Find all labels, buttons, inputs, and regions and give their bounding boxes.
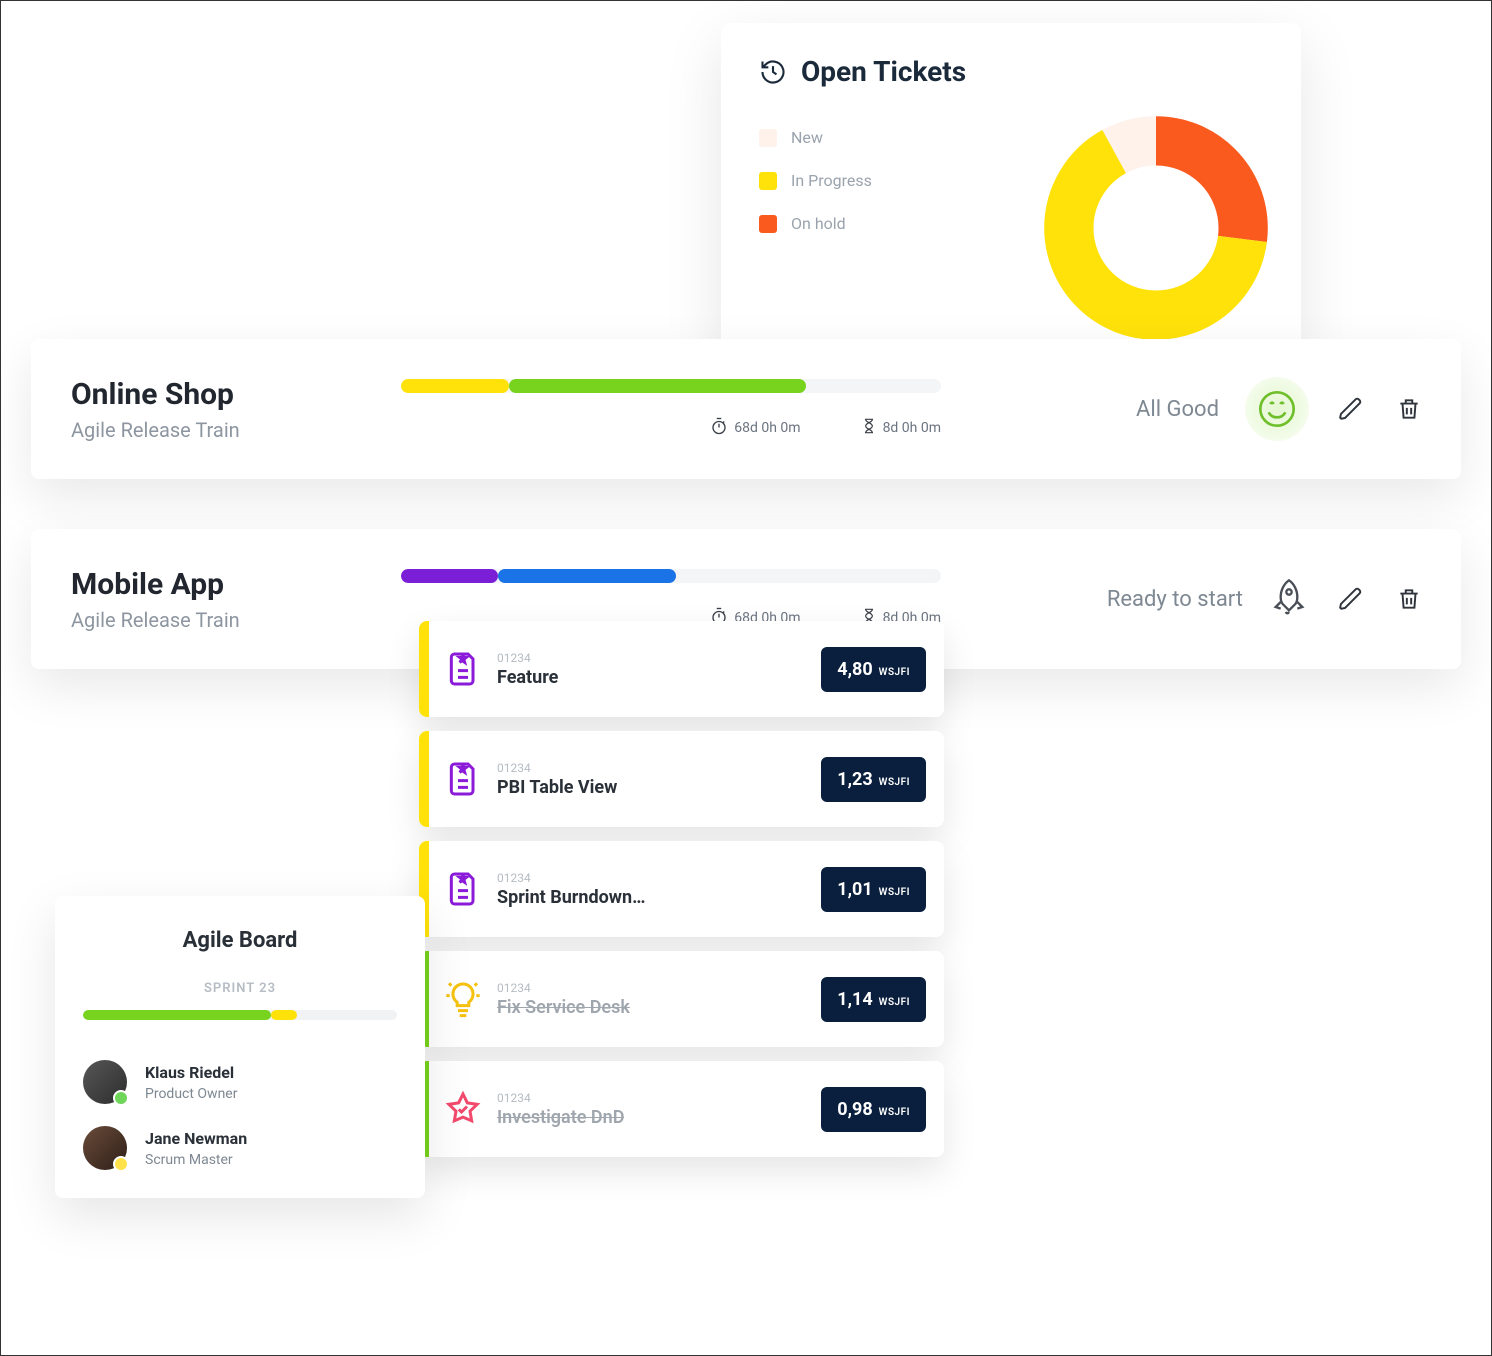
art-subtitle: Agile Release Train [71,608,391,632]
backlog-strip [419,621,429,717]
delete-button[interactable] [1393,583,1425,615]
wsjfi-value: 1,14 [837,989,872,1010]
backlog-id: 01234 [497,651,558,665]
wsjfi-unit: WSJFI [879,777,910,788]
board-people: Klaus Riedel Product Owner Jane Newman Scru… [83,1060,397,1170]
backlog-feature-icon [443,759,483,799]
art-title: Online Shop [71,377,391,412]
rocket-icon [1269,577,1309,621]
backlog-text: 01234 Sprint Burndown… [497,871,645,908]
art-status: Ready to start [1107,577,1425,621]
open-tickets-card: Open Tickets New In Progress On hold [721,23,1301,353]
edit-button[interactable] [1335,393,1367,425]
wsjfi-value: 1,23 [837,769,872,790]
happy-face-icon [1245,377,1309,441]
legend-label-new: New [791,128,823,147]
backlog-text: 01234 Investigate DnD [497,1091,624,1128]
open-tickets-donut [1041,113,1271,347]
wsjfi-unit: WSJFI [879,997,910,1008]
backlog-idea-icon [443,979,483,1019]
legend-label-in-progress: In Progress [791,171,872,190]
person-role: Product Owner [145,1086,237,1102]
art-status-text: Ready to start [1107,587,1243,612]
art-hourglass: 8d 0h 0m [861,417,941,439]
wsjfi-badge: 1,14 WSJFI [821,977,926,1022]
wsjfi-unit: WSJFI [879,667,910,678]
art-progress-block: 68d 0h 0m 8d 0h 0m [391,379,951,439]
avatar [83,1060,127,1104]
legend-label-on-hold: On hold [791,214,846,233]
stopwatch-icon [710,417,728,439]
art-titles: Mobile App Agile Release Train [71,567,391,632]
wsjfi-badge: 0,98 WSJFI [821,1087,926,1132]
delete-button[interactable] [1393,393,1425,425]
person-row[interactable]: Klaus Riedel Product Owner [83,1060,397,1104]
art-status-text: All Good [1136,397,1219,422]
backlog-list: 01234 Feature 4,80 WSJFI 01234 PBI Table View… [419,621,944,1157]
wsjfi-value: 1,01 [837,879,872,900]
art-subtitle: Agile Release Train [71,418,391,442]
backlog-item[interactable]: 01234 PBI Table View 1,23 WSJFI [419,731,944,827]
art-hourglass-value: 8d 0h 0m [883,420,941,436]
art-title: Mobile App [71,567,391,602]
backlog-feature-icon [443,649,483,689]
backlog-id: 01234 [497,1091,624,1105]
art-progress-bar [401,379,941,393]
backlog-item[interactable]: 01234 Sprint Burndown… 1,01 WSJFI [419,841,944,937]
backlog-text: 01234 PBI Table View [497,761,617,798]
sprint-label: SPRINT 23 [83,981,397,996]
wsjfi-value: 4,80 [837,659,872,680]
art-titles: Online Shop Agile Release Train [71,377,391,442]
backlog-title: Sprint Burndown… [497,887,645,908]
open-tickets-header: Open Tickets [759,55,1263,88]
backlog-id: 01234 [497,871,645,885]
wsjfi-badge: 4,80 WSJFI [821,647,926,692]
backlog-id: 01234 [497,981,630,995]
wsjfi-badge: 1,01 WSJFI [821,867,926,912]
backlog-strip [419,731,429,827]
backlog-title: PBI Table View [497,777,617,798]
backlog-item[interactable]: 01234 Investigate DnD 0,98 WSJFI [419,1061,944,1157]
agile-board-card: Agile Board SPRINT 23 Klaus Riedel Produc… [55,896,425,1198]
art-status: All Good [1136,377,1425,441]
backlog-feature-icon [443,869,483,909]
hourglass-icon [861,418,877,438]
wsjfi-value: 0,98 [837,1099,872,1120]
art-meta: 68d 0h 0m 8d 0h 0m [401,417,941,439]
backlog-item[interactable]: 01234 Feature 4,80 WSJFI [419,621,944,717]
edit-button[interactable] [1335,583,1367,615]
backlog-title: Feature [497,667,558,688]
backlog-id: 01234 [497,761,617,775]
agile-board-title: Agile Board [83,928,397,953]
person-text: Jane Newman Scrum Master [145,1129,247,1168]
art-row-online-shop[interactable]: Online Shop Agile Release Train 68d 0h 0… [31,339,1461,479]
art-timer-value: 68d 0h 0m [734,420,800,436]
swatch-new [759,129,777,147]
person-text: Klaus Riedel Product Owner [145,1063,237,1102]
swatch-in-progress [759,172,777,190]
backlog-text: 01234 Feature [497,651,558,688]
swatch-on-hold [759,215,777,233]
person-name: Jane Newman [145,1129,247,1148]
history-clock-icon [759,58,787,86]
person-role: Scrum Master [145,1152,247,1168]
person-name: Klaus Riedel [145,1063,237,1082]
backlog-item[interactable]: 01234 Fix Service Desk 1,14 WSJFI [419,951,944,1047]
wsjfi-badge: 1,23 WSJFI [821,757,926,802]
person-row[interactable]: Jane Newman Scrum Master [83,1126,397,1170]
board-progress-bar [83,1010,397,1020]
backlog-title: Fix Service Desk [497,997,630,1018]
art-timer: 68d 0h 0m [710,417,800,439]
backlog-star-icon [443,1089,483,1129]
backlog-text: 01234 Fix Service Desk [497,981,630,1018]
backlog-title: Investigate DnD [497,1107,624,1128]
wsjfi-unit: WSJFI [879,1107,910,1118]
art-progress-bar [401,569,941,583]
open-tickets-title: Open Tickets [801,55,966,88]
art-progress-block: 68d 0h 0m 8d 0h 0m [391,569,951,629]
avatar [83,1126,127,1170]
wsjfi-unit: WSJFI [879,887,910,898]
